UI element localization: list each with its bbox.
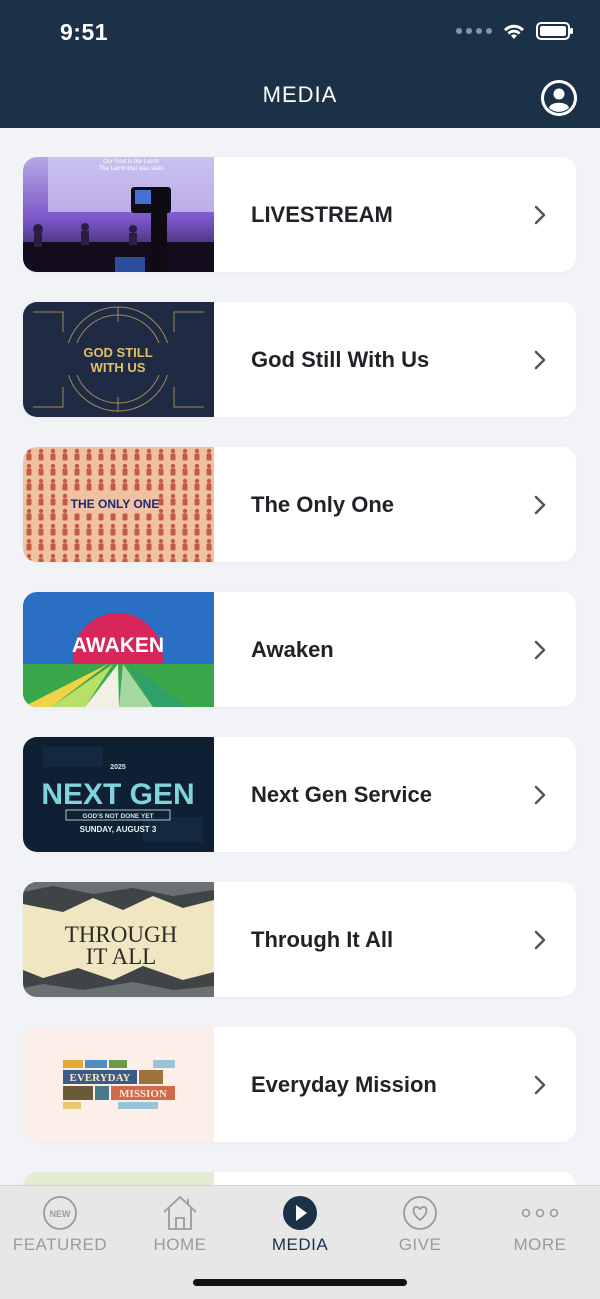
tab-label: FEATURED	[12, 1235, 108, 1254]
media-item-livestream[interactable]: Our God is the Lamb The Lamb that was sl…	[23, 157, 576, 272]
profile-button[interactable]	[541, 80, 577, 116]
status-icons	[456, 22, 573, 40]
home-indicator[interactable]	[193, 1279, 407, 1286]
chevron-right-icon	[534, 785, 546, 804]
awaken-thumbnail: AWAKEN	[23, 592, 214, 707]
thumb-text-line-2: MISSION	[119, 1088, 167, 1100]
media-item-label: Everyday Mission	[251, 1071, 437, 1097]
heart-icon	[403, 1196, 437, 1230]
signal-dots-icon	[456, 28, 492, 34]
livestream-lyrics-1: Our God is the Lamb	[103, 159, 159, 165]
user-icon	[541, 80, 577, 116]
media-item-next-gen-service[interactable]: 2025 NEXT GEN GOD'S NOT DONE YET SUNDAY,…	[23, 737, 576, 852]
app-header: 9:51 MEDIA	[0, 0, 600, 128]
tab-give[interactable]: GIVE	[360, 1186, 480, 1266]
tab-label: MEDIA	[271, 1235, 329, 1254]
thumb-text: THE ONLY ONE	[71, 497, 160, 511]
thumb-text-line-1: EVERYDAY	[70, 1072, 131, 1084]
media-item-god-still-with-us[interactable]: GOD STILL WITH US God Still With Us	[23, 302, 576, 417]
tab-more[interactable]: MORE	[480, 1186, 600, 1266]
tab-label: HOME	[153, 1235, 207, 1254]
media-item-through-it-all[interactable]: THROUGH IT ALL Through It All	[23, 882, 576, 997]
everyday-mission-thumbnail: EVERYDAY MISSION	[23, 1027, 214, 1142]
thumb-subtitle: GOD'S NOT DONE YET	[82, 813, 153, 820]
media-item-awaken[interactable]: AWAKEN Awaken	[23, 592, 576, 707]
media-item-label: Next Gen Service	[251, 781, 432, 807]
home-icon	[163, 1196, 197, 1230]
thumb-text: AWAKEN	[72, 634, 164, 657]
thumb-text-line-2: WITH US	[91, 360, 146, 375]
tab-home[interactable]: HOME	[120, 1186, 240, 1266]
livestream-lyrics-2: The Lamb that was slain	[98, 166, 163, 172]
chevron-right-icon	[534, 350, 546, 369]
media-item-the-only-one[interactable]: THE ONLY ONE The Only One	[23, 447, 576, 562]
page-title: MEDIA	[262, 82, 338, 107]
the-only-one-thumbnail: THE ONLY ONE	[23, 447, 214, 562]
media-item-label: Through It All	[251, 926, 394, 952]
god-still-with-us-thumbnail: GOD STILL WITH US	[23, 302, 214, 417]
more-dots-icon	[521, 1208, 559, 1218]
next-gen-thumbnail: 2025 NEXT GEN GOD'S NOT DONE YET SUNDAY,…	[23, 737, 214, 852]
thumb-title: NEXT GEN	[41, 778, 194, 811]
through-it-all-thumbnail: THROUGH IT ALL	[23, 882, 214, 997]
thumb-date: SUNDAY, AUGUST 3	[80, 825, 157, 834]
status-time: 9:51	[60, 19, 109, 45]
tab-label: GIVE	[398, 1235, 442, 1254]
thumb-text-line-1: GOD STILL	[83, 345, 152, 360]
livestream-thumbnail: Our God is the Lamb The Lamb that was sl…	[23, 157, 214, 272]
chevron-right-icon	[534, 205, 546, 224]
new-badge-icon: NEW	[43, 1196, 77, 1230]
chevron-right-icon	[534, 1075, 546, 1094]
media-item-label: The Only One	[251, 491, 395, 517]
tab-label: MORE	[513, 1235, 567, 1254]
tab-media[interactable]: MEDIA	[240, 1186, 360, 1266]
featured-badge-text: NEW	[50, 1209, 72, 1219]
thumb-year: 2025	[110, 764, 126, 771]
chevron-right-icon	[534, 640, 546, 659]
thumb-text-line-2: IT ALL	[86, 944, 156, 969]
play-icon	[283, 1196, 317, 1230]
tab-featured[interactable]: NEW FEATURED	[0, 1186, 120, 1266]
media-item-label: God Still With Us	[251, 346, 430, 372]
media-list: Our God is the Lamb The Lamb that was sl…	[23, 157, 576, 1299]
media-item-label: Awaken	[251, 636, 334, 662]
battery-icon	[536, 22, 573, 40]
chevron-right-icon	[534, 930, 546, 949]
media-item-everyday-mission[interactable]: EVERYDAY MISSION Everyday Mission	[23, 1027, 576, 1142]
chevron-right-icon	[534, 495, 546, 514]
media-item-label: LIVESTREAM	[251, 201, 393, 227]
wifi-icon	[504, 24, 524, 39]
